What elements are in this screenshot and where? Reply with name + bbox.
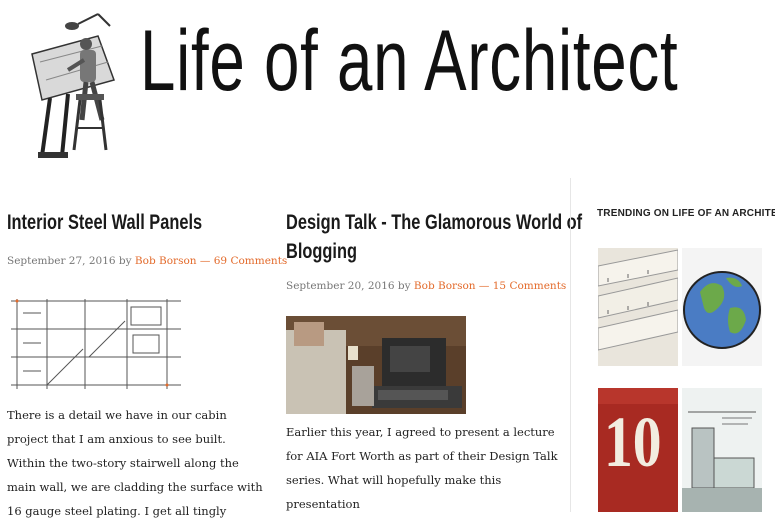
site-header: Life of an Architect <box>0 0 775 170</box>
post-interior-steel-wall-panels: Interior Steel Wall Panels September 27,… <box>7 208 287 523</box>
post-comments-link[interactable]: 69 Comments <box>214 255 288 267</box>
post-author-link[interactable]: Bob Borson <box>135 255 197 267</box>
site-title[interactable]: Life of an Architect <box>140 18 678 104</box>
post-excerpt: There is a detail we have in our cabin p… <box>7 408 263 518</box>
steel-wall-section-drawing[interactable] <box>7 293 185 393</box>
post-meta: September 27, 2016 by Bob Borson — 69 Co… <box>7 255 287 267</box>
thumb-number: 10 <box>604 402 662 482</box>
post-meta: September 20, 2016 by Bob Borson — 15 Co… <box>286 280 566 292</box>
post-meta-separator: — <box>199 255 211 267</box>
trending-thumb-rulers[interactable] <box>598 248 678 366</box>
trending-thumb-wall-detail[interactable] <box>682 388 762 512</box>
architect-at-drafting-table-logo[interactable] <box>28 10 133 162</box>
post-title-line-1[interactable]: Design Talk - The Glamorous World of <box>286 208 582 237</box>
man-at-computer-photo[interactable] <box>286 316 466 414</box>
column-divider <box>570 178 571 512</box>
post-excerpt: Earlier this year, I agreed to present a… <box>286 425 558 511</box>
post-title[interactable]: Interior Steel Wall Panels <box>7 208 210 237</box>
trending-thumb-number-ten[interactable]: 10 <box>598 388 678 512</box>
post-design-talk: Design Talk - The Glamorous World of Blo… <box>286 208 582 516</box>
post-title-line-2[interactable]: Blogging <box>286 237 501 266</box>
post-comments-link[interactable]: 15 Comments <box>493 280 567 292</box>
post-date: September 27, 2016 <box>7 255 116 267</box>
post-author-link[interactable]: Bob Borson <box>414 280 476 292</box>
post-date: September 20, 2016 <box>286 280 395 292</box>
trending-thumb-globe[interactable] <box>682 248 762 366</box>
sidebar-heading: TRENDING ON LIFE OF AN ARCHITECT <box>597 208 775 219</box>
post-meta-separator: — <box>478 280 490 292</box>
post-by: by <box>118 255 132 267</box>
post-by: by <box>397 280 411 292</box>
